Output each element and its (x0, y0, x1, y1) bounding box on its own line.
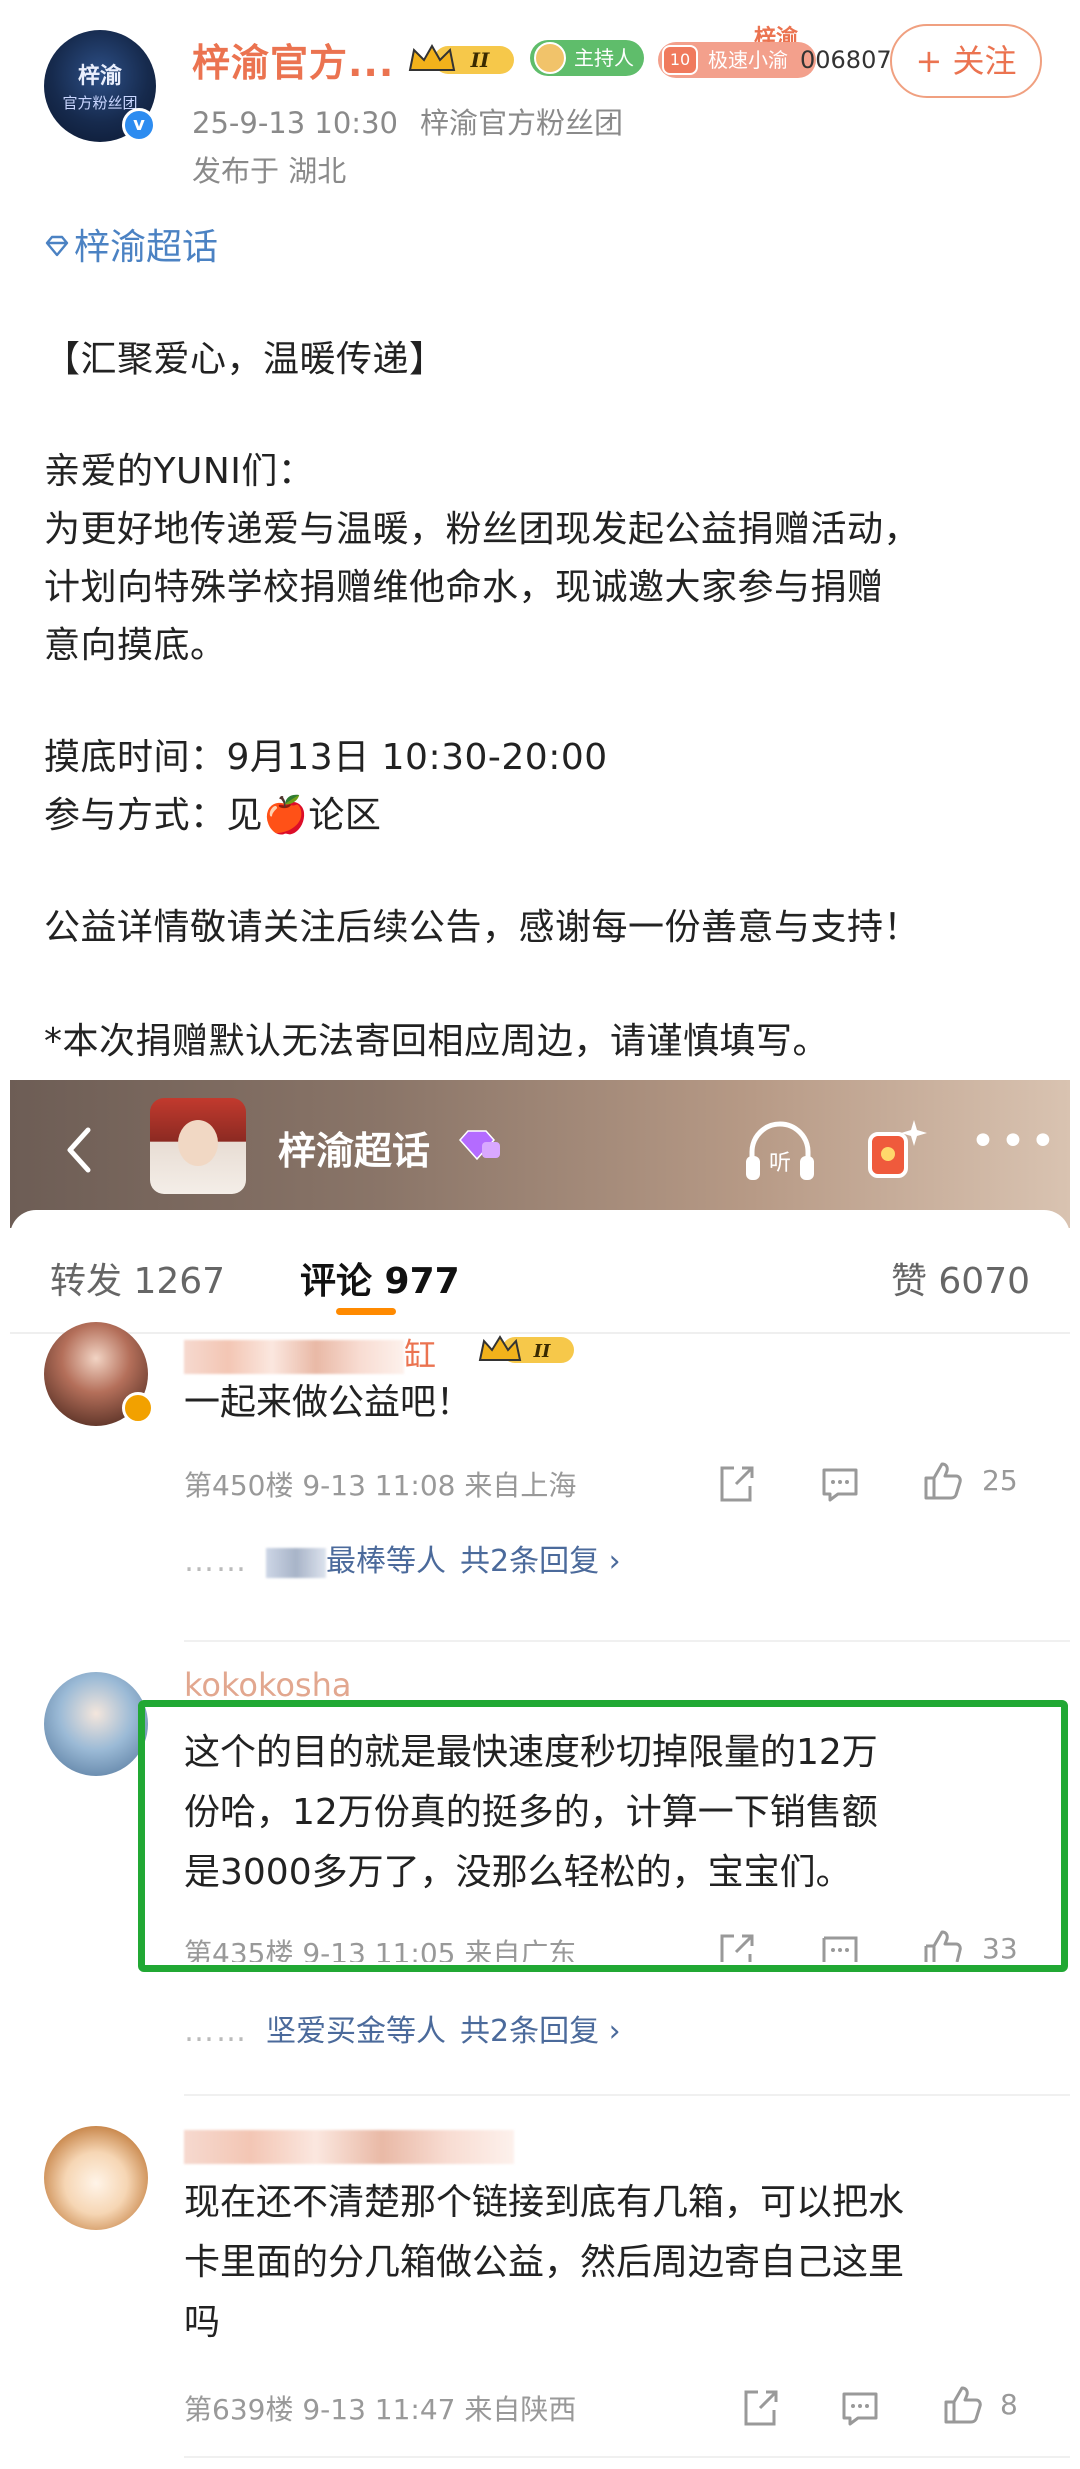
post-disclaimer: *本次捐赠默认无法寄回相应周边，请谨慎填写。 (44, 1021, 830, 1062)
more-icon[interactable]: ••• (970, 1120, 1056, 1180)
comment-text: 卡里面的分几箱做公益，然后周边寄自己这里 (184, 2242, 905, 2283)
sparkle-card-icon[interactable] (860, 1114, 930, 1184)
back-arrow-icon[interactable] (50, 1120, 110, 1180)
post-meta: 25-9-13 10:30 梓渝官方粉丝团 (192, 100, 623, 142)
topic-avatar[interactable] (150, 1098, 246, 1194)
like-count: 25 (982, 1464, 1018, 1497)
comment-time: 9-13 11:47 (302, 2393, 456, 2426)
post-schedule: 摸底时间：9月13日 10:30-20:00 (44, 737, 608, 778)
reply-summary[interactable]: …… 最棒等人 共2条回复 › (184, 1536, 621, 1580)
diamond-icon (45, 235, 69, 257)
like-icon[interactable] (940, 2384, 984, 2428)
crown-badge-icon: II (478, 1335, 574, 1363)
post-heading: 【汇聚爱心，温暖传递】 (44, 339, 446, 380)
verified-icon (122, 1392, 154, 1424)
crown-badge-level: II (470, 48, 490, 72)
reply-count: 共2条回复 › (460, 2014, 621, 2049)
comment-avatar[interactable] (44, 1672, 148, 1776)
tab-like[interactable]: 赞 6070 (891, 1252, 1030, 1304)
comment-icon[interactable] (838, 2386, 882, 2430)
comment-floor: 第639楼 (184, 2393, 294, 2426)
reply-summary[interactable]: …… 坚爱买金等人 共2条回复 › (184, 2006, 621, 2050)
topic-header-bar: 梓渝超话 听 ••• (10, 1080, 1070, 1228)
reply-who: 最棒等人 (326, 1544, 446, 1579)
reply-dots: …… (184, 1544, 248, 1579)
comment-text: 现在还不清楚那个链接到底有几箱，可以把水 (184, 2182, 905, 2223)
host-badge: 主持人 (530, 40, 644, 76)
divider (184, 2094, 1070, 2096)
reply-count: 共2条回复 › (460, 1544, 621, 1579)
post-body-line: 计划向特殊学校捐赠维他命水，现诚邀大家参与捐赠 (44, 567, 884, 608)
follow-button[interactable]: + 关注 (890, 24, 1042, 98)
post-note: 公益详情敬请关注后续公告，感谢每一份善意与支持！ (44, 907, 921, 948)
highlight-box (138, 1700, 1068, 1972)
crown-badge-icon: II (408, 43, 514, 74)
topic-link-label: 梓渝超话 (74, 227, 219, 268)
avatar-face (178, 1120, 218, 1166)
comment-meta: 第450楼 9-13 11:08 来自上海 (184, 1464, 576, 1504)
tab-bar: 转发 1267 评论 977 赞 6070 (10, 1210, 1070, 1330)
comment-username[interactable] (184, 2126, 514, 2166)
comment-icon[interactable] (818, 1462, 862, 1506)
like-icon[interactable] (920, 1460, 964, 1504)
share-icon[interactable] (738, 2386, 782, 2430)
comment-location: 来自上海 (464, 1469, 577, 1502)
host-badge-label: 主持人 (574, 46, 634, 70)
fan-badge-number: 006807 (800, 46, 892, 74)
comment-floor: 第450楼 (184, 1469, 294, 1502)
author-name[interactable]: 梓渝官方... (192, 32, 394, 87)
listen-icon[interactable]: 听 (740, 1110, 820, 1190)
topic-link[interactable]: 梓渝超话 (44, 218, 218, 270)
divider (184, 1640, 1070, 1642)
crown-badge-level: II (533, 1341, 551, 1362)
divider (184, 2456, 1070, 2458)
post-body-line: 意向摸底。 (44, 625, 227, 666)
replier-blur (266, 1547, 326, 1578)
fan-badge-level: 10 (662, 45, 698, 75)
comment-meta: 第639楼 9-13 11:47 来自陕西 (184, 2388, 576, 2428)
comment-time: 9-13 11:08 (302, 1469, 456, 1502)
reply-dots: …… (184, 2014, 248, 2049)
post-method: 参与方式：见🍎论区 (44, 795, 382, 836)
post-location: 发布于 湖北 (192, 154, 347, 188)
comment-avatar[interactable] (44, 2126, 148, 2230)
reply-who: 坚爱买金等人 (266, 2014, 446, 2049)
post-body-line: 为更好地传递爱与温暖，粉丝团现发起公益捐赠活动， (44, 509, 921, 550)
avatar-text: 梓渝 (77, 64, 122, 89)
comment-username[interactable]: 缸 (184, 1330, 436, 1374)
comment-text: 吗 (184, 2302, 221, 2343)
gem-level-icon (458, 1130, 500, 1161)
post-source: 梓渝官方粉丝团 (419, 106, 623, 140)
comment-location: 来自陕西 (464, 2393, 577, 2426)
share-icon[interactable] (714, 1462, 758, 1506)
listen-label: 听 (769, 1151, 791, 1176)
tab-repost[interactable]: 转发 1267 (50, 1252, 225, 1304)
comment-text: 一起来做公益吧！ (184, 1382, 473, 1423)
tab-comment[interactable]: 评论 977 (300, 1252, 460, 1304)
post-datetime: 25-9-13 10:30 (192, 106, 398, 140)
post-greeting: 亲爱的YUNI们： (44, 451, 315, 492)
tab-active-indicator (336, 1308, 396, 1315)
bear-icon (534, 42, 566, 74)
fan-badge: 梓渝 极速小渝 10 006807 (658, 20, 898, 80)
username-blur (184, 2130, 514, 2164)
username-blur (184, 1340, 404, 1374)
topic-title[interactable]: 梓渝超话 (278, 1120, 430, 1175)
verified-icon: v (122, 108, 156, 142)
username-suffix: 缸 (404, 1336, 437, 1374)
like-count: 8 (1000, 2388, 1018, 2421)
